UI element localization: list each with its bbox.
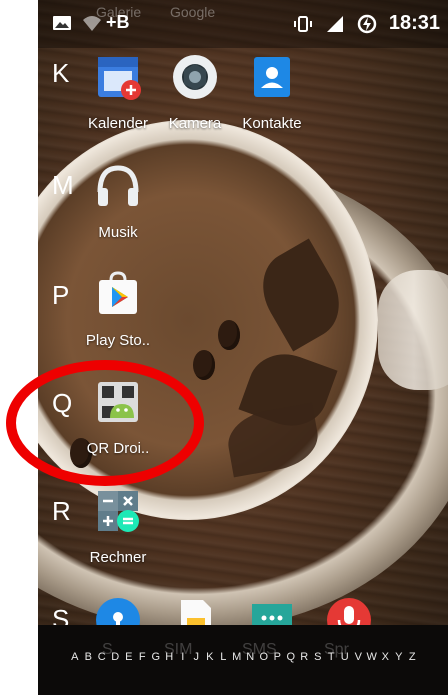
alphabet-letters[interactable]: A B C D E F G H I J K L M N O P Q R S T … — [68, 651, 419, 663]
alpha-letter[interactable]: P — [271, 651, 285, 663]
alpha-letter[interactable]: L — [217, 651, 231, 663]
alpha-letter[interactable]: E — [122, 651, 136, 663]
alpha-letter[interactable]: Z — [406, 651, 420, 663]
play-store-icon — [99, 271, 137, 314]
section-letter-r: R — [52, 496, 71, 526]
alpha-letter[interactable]: B — [82, 651, 96, 663]
alpha-letter[interactable]: S — [311, 651, 325, 663]
calculator-icon — [98, 491, 139, 532]
battery-charging-icon — [357, 14, 377, 33]
status-bar: Galerie Google +B 18:31 — [38, 0, 448, 48]
alpha-letter[interactable]: V — [352, 651, 366, 663]
alpha-letter[interactable]: O — [257, 651, 271, 663]
alpha-letter[interactable]: X — [379, 651, 393, 663]
image-icon — [53, 15, 71, 30]
decor-coffee-bean — [193, 350, 215, 380]
app-label: Play Sto.. — [85, 332, 151, 349]
alpha-letter[interactable]: A — [68, 651, 82, 663]
app-label: Musik — [98, 224, 138, 241]
section-letter-p: P — [52, 280, 70, 310]
highlight-circle — [6, 360, 204, 486]
alpha-letter[interactable]: M — [230, 651, 244, 663]
alphabet-index-bar[interactable]: S SIM SMS Spr A B C D E F G H I J K L M … — [38, 625, 448, 695]
app-kamera[interactable]: Kamera — [151, 53, 239, 132]
cup-handle-image — [378, 270, 448, 390]
app-rechner[interactable]: Rechner — [74, 487, 162, 566]
alpha-letter[interactable]: N — [244, 651, 258, 663]
section-letter-k: K — [52, 58, 70, 88]
alpha-letter[interactable]: R — [298, 651, 312, 663]
vibrate-icon — [293, 15, 312, 32]
app-kontakte[interactable]: Kontakte — [228, 53, 316, 132]
app-play-store[interactable]: Play Sto.. — [74, 270, 162, 349]
ghost-app-label: Google — [170, 4, 216, 20]
headphones-icon — [97, 165, 139, 206]
alpha-letter[interactable]: D — [109, 651, 123, 663]
alpha-letter[interactable]: G — [149, 651, 163, 663]
app-musik[interactable]: Musik — [74, 162, 162, 241]
app-label: Rechner — [89, 549, 147, 566]
section-letter-m: M — [52, 170, 74, 200]
calendar-icon — [98, 57, 141, 100]
wifi-icon — [83, 15, 101, 31]
alpha-letter[interactable]: J — [190, 651, 204, 663]
alpha-letter[interactable]: K — [203, 651, 217, 663]
alpha-letter[interactable]: T — [325, 651, 339, 663]
plus-b-icon: +B — [106, 12, 130, 32]
alpha-letter[interactable]: H — [163, 651, 177, 663]
app-label: Kalender — [87, 115, 149, 132]
alpha-letter[interactable]: F — [136, 651, 150, 663]
clock: 18:31 — [388, 12, 440, 34]
decor-coffee-bean — [218, 320, 240, 350]
alpha-letter[interactable]: Y — [392, 651, 406, 663]
signal-icon — [326, 15, 343, 32]
alpha-letter[interactable]: Q — [284, 651, 298, 663]
alpha-letter[interactable]: U — [338, 651, 352, 663]
camera-icon — [173, 55, 217, 99]
app-kalender[interactable]: Kalender — [74, 53, 162, 132]
app-label: Kamera — [168, 115, 222, 132]
alpha-letter[interactable]: W — [365, 651, 379, 663]
contacts-icon — [254, 57, 290, 97]
alpha-letter[interactable]: I — [176, 651, 190, 663]
alpha-letter[interactable]: C — [95, 651, 109, 663]
app-label: Kontakte — [242, 115, 302, 132]
